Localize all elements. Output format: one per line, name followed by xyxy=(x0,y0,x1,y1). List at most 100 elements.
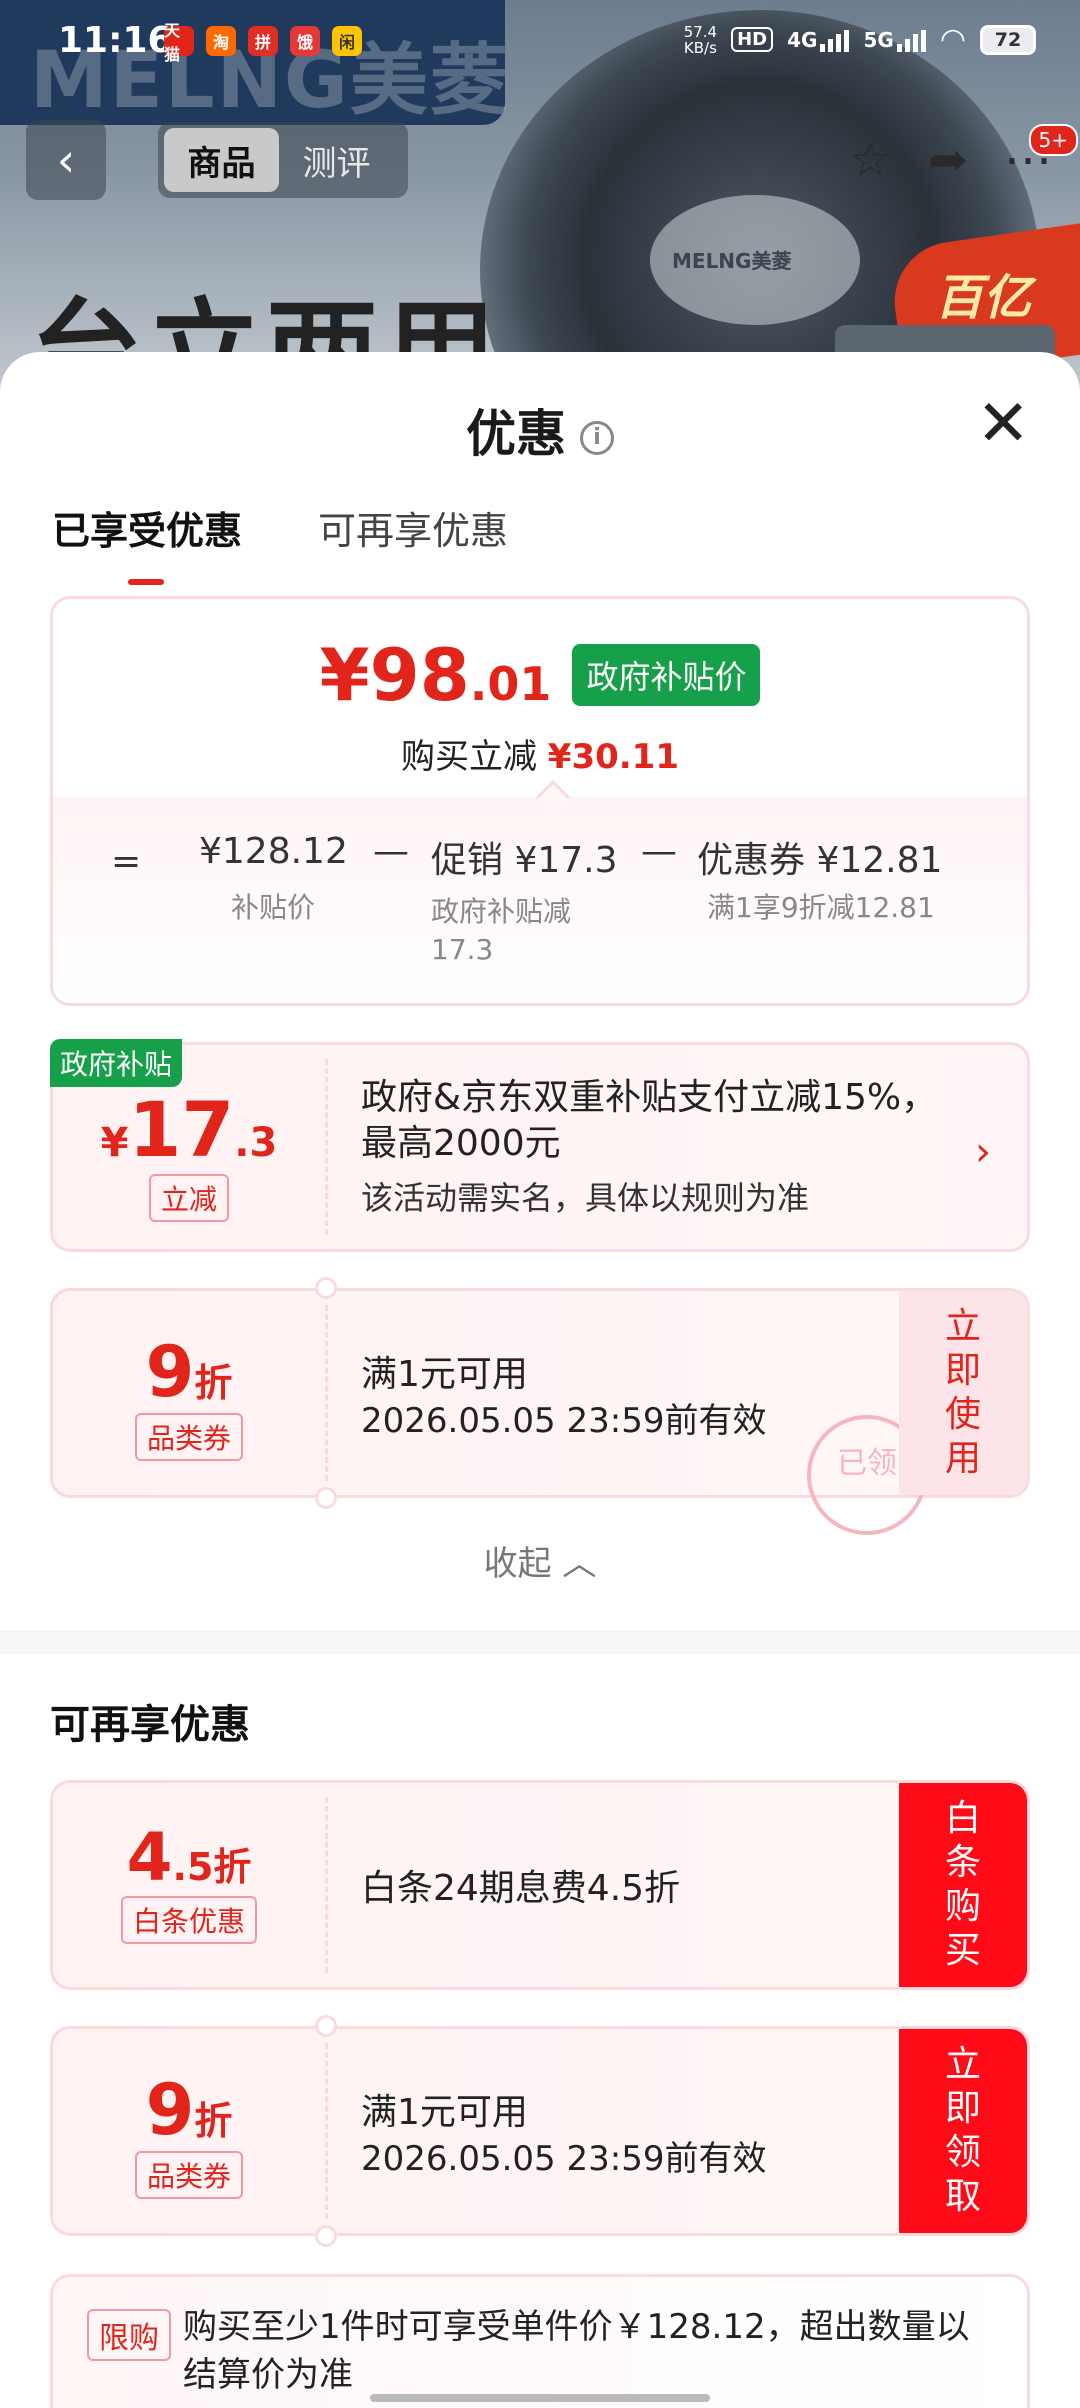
tab-review[interactable]: 测评 xyxy=(279,128,394,192)
gov-subsidy-price-tag: 政府补贴价 xyxy=(572,644,761,706)
gov-amount-col: ¥17.3 立减 xyxy=(53,1045,325,1249)
signal-5g-label: 5G xyxy=(863,27,894,52)
chevron-up-icon: ︿ xyxy=(562,1544,597,1584)
coupon-discount-unit: 折 xyxy=(194,1361,233,1405)
product-tabs: 商品 测评 xyxy=(158,122,408,198)
coupon-discount-unit: 折 xyxy=(194,2099,233,2143)
category-coupon-used-card: 9折 品类券 满1元可用 2026.05.05 23:59前有效 已领 立即使用 xyxy=(50,1277,1030,1535)
gov-amount-int: 17 xyxy=(128,1085,235,1174)
instant-discount-value: ¥30.11 xyxy=(547,737,679,777)
baitiao-discount: 4.5折 xyxy=(53,1819,325,1896)
star-icon[interactable]: ☆ xyxy=(849,132,892,188)
coupon-discount: 9折 xyxy=(53,2069,325,2151)
tab-enjoyed-discounts[interactable]: 已享受优惠 xyxy=(52,500,242,585)
coupon-condition: 满1元可用 xyxy=(361,2092,528,2133)
price-breakdown-card: ¥98.01 政府补贴价 购买立减 ¥30.11 = ¥128.12 补贴价 —… xyxy=(50,596,1030,1006)
close-icon[interactable]: ✕ xyxy=(976,392,1030,456)
net-speed: 57.4 KB/s xyxy=(684,24,717,56)
signal-4g-icon: 4G xyxy=(787,27,850,52)
promo-badge-text: 百亿 xyxy=(935,270,1032,326)
limit-text: 购买至少1件时可享受单件价￥128.12，超出数量以结算价为准 xyxy=(183,2307,970,2395)
baitiao-card: 4.5折 白条优惠 白条24期息费4.5折 白条购买 xyxy=(50,1780,1030,1990)
signal-4g-label: 4G xyxy=(787,27,818,52)
chevron-right-icon: › xyxy=(975,1129,991,1175)
price-decimal: .01 xyxy=(469,657,552,711)
chevron-left-icon: ‹ xyxy=(56,133,76,187)
notification-icons: 天猫 淘 拼 饿 闲 xyxy=(164,21,362,64)
instant-off-pill: 立减 xyxy=(148,1174,229,1222)
card-divider xyxy=(325,1305,328,1481)
net-speed-unit: KB/s xyxy=(683,38,717,57)
gov-subsidy-text: 政府&京东双重补贴支付立减15%，最高2000元 xyxy=(361,1077,938,1164)
home-indicator[interactable] xyxy=(370,2394,710,2402)
use-now-button[interactable]: 立即使用 xyxy=(899,1291,1027,1495)
baitiao-discount-dec: .5 xyxy=(172,1845,214,1889)
coupon-condition: 满1元可用 xyxy=(361,1354,528,1395)
coupon-discount: 9折 xyxy=(53,1331,325,1413)
category-coupon-pill: 品类券 xyxy=(134,1413,243,1461)
hd-icon: HD xyxy=(731,27,774,52)
coupon-discount-value: 9 xyxy=(145,2069,195,2151)
pinduoduo-app-icon: 拼 xyxy=(248,26,278,56)
battery-icon: 72 xyxy=(980,24,1036,55)
category-coupon-card: 9折 品类券 满1元可用 2026.05.05 23:59前有效 立即领取 xyxy=(50,2015,1030,2247)
more-discounts-title: 可再享优惠 xyxy=(50,1702,250,1748)
fan-logo: MELNG美菱 xyxy=(672,249,792,273)
nav-actions: ☆ ➦ ⋯ 5+ xyxy=(849,120,1078,200)
base-price: ¥128.12 xyxy=(199,831,348,872)
limit-pill: 限购 xyxy=(87,2309,171,2361)
gov-amount-dec: .3 xyxy=(234,1120,278,1166)
claim-now-label: 立即领取 xyxy=(944,2044,981,2217)
promo-note: 政府补贴减 17.3 xyxy=(431,895,572,966)
gov-amount: ¥17.3 xyxy=(53,1085,325,1174)
collapse-label: 收起 xyxy=(483,1544,552,1584)
instant-discount-label: 购买立减 xyxy=(400,737,537,777)
message-count-badge: 5+ xyxy=(1028,124,1078,156)
xianyu-app-icon: 闲 xyxy=(332,26,362,56)
more-icon[interactable]: ⋯ 5+ xyxy=(1004,124,1078,188)
net-speed-value: 57.4 xyxy=(683,22,718,41)
taobao-app-icon: 淘 xyxy=(206,26,236,56)
baitiao-discount-unit: 折 xyxy=(213,1845,252,1889)
baitiao-buy-button[interactable]: 白条购买 xyxy=(899,1783,1027,1987)
use-now-label: 立即使用 xyxy=(944,1306,981,1479)
baitiao-buy-label: 白条购买 xyxy=(944,1798,981,1971)
purchase-limit-card: 限购 购买至少1件时可享受单件价￥128.12，超出数量以结算价为准 xyxy=(50,2274,1030,2408)
currency-symbol: ¥ xyxy=(319,633,370,717)
coupon-expiry: 2026.05.05 23:59前有效 xyxy=(361,1401,767,1441)
wifi-icon: ◠ xyxy=(939,22,966,57)
coupon-amount: 优惠券 ¥12.81 xyxy=(697,840,943,881)
card-divider xyxy=(325,2043,328,2219)
section-divider xyxy=(0,1630,1080,1654)
card-divider xyxy=(325,1797,328,1973)
tab-product[interactable]: 商品 xyxy=(164,128,279,192)
share-icon[interactable]: ➦ xyxy=(928,132,968,188)
promo-amount: 促销 ¥17.3 xyxy=(431,840,618,881)
coupon-discount-value: 9 xyxy=(145,1331,195,1413)
eleme-app-icon: 饿 xyxy=(290,26,320,56)
collapse-button[interactable]: 收起 ︿ xyxy=(0,1536,1080,1585)
back-button[interactable]: ‹ xyxy=(26,120,106,200)
claim-now-button[interactable]: 立即领取 xyxy=(899,2029,1027,2233)
gov-currency: ¥ xyxy=(100,1120,129,1166)
signal-5g-icon: 5G xyxy=(863,27,926,52)
tab-more-discounts[interactable]: 可再享优惠 xyxy=(318,500,508,555)
coupon-expiry: 2026.05.05 23:59前有效 xyxy=(361,2139,767,2179)
coupon-discount-col: 9折 品类券 xyxy=(53,1291,325,1495)
baitiao-pill: 白条优惠 xyxy=(120,1896,257,1944)
gov-subsidy-card[interactable]: 政府补贴 ¥17.3 立减 政府&京东双重补贴支付立减15%，最高2000元 该… xyxy=(50,1039,1030,1252)
baitiao-text: 白条24期息费4.5折 xyxy=(361,1868,681,1909)
discount-sheet: 优惠 i ✕ 已享受优惠 可再享优惠 ¥98.01 政府补贴价 购买立减 ¥30.… xyxy=(0,352,1080,2408)
instant-discount-row: 购买立减 ¥30.11 xyxy=(53,729,1027,778)
sheet-title-text: 优惠 xyxy=(466,405,566,463)
equals-sign: = xyxy=(111,841,142,882)
baitiao-discount-col: 4.5折 白条优惠 xyxy=(53,1783,325,1987)
category-coupon-pill: 品类券 xyxy=(134,2151,243,2199)
coupon-discount-col: 9折 品类券 xyxy=(53,2029,325,2233)
minus-sign-2: — xyxy=(641,831,677,872)
info-icon[interactable]: i xyxy=(580,420,614,455)
discount-tabs: 已享受优惠 可再享优惠 xyxy=(52,500,508,585)
sheet-title: 优惠 i xyxy=(0,394,1080,466)
baitiao-discount-int: 4 xyxy=(126,1819,173,1896)
tmall-app-icon: 天猫 xyxy=(164,21,194,64)
